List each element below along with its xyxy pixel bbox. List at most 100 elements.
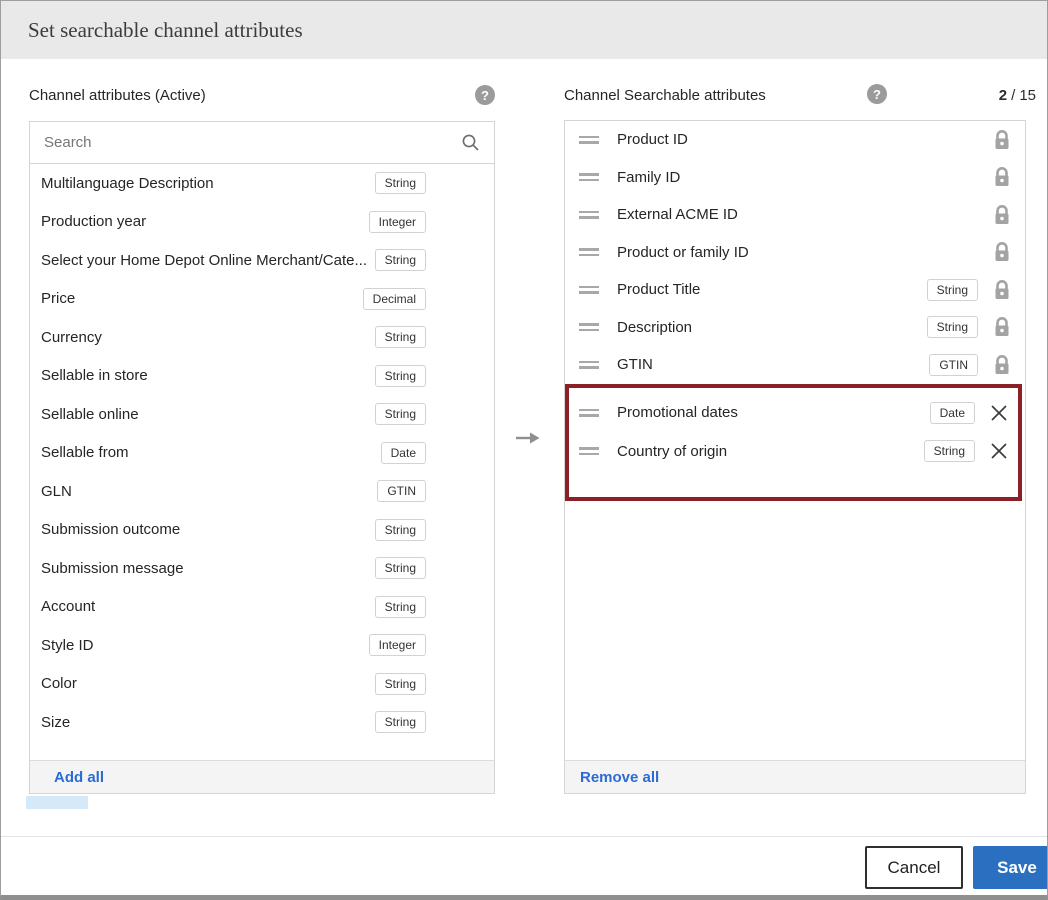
searchable-attribute-row[interactable]: Promotional dates Date xyxy=(569,394,1018,433)
count-current: 2 xyxy=(999,87,1007,104)
attribute-label: Promotional dates xyxy=(617,404,738,421)
type-badge: String xyxy=(375,596,426,618)
drag-handle-icon[interactable] xyxy=(579,447,599,455)
drag-handle-icon[interactable] xyxy=(579,136,599,144)
searchable-attributes-panel: Product ID F xyxy=(564,120,1026,794)
attribute-row[interactable]: Color String xyxy=(30,665,494,704)
type-badge: String xyxy=(375,365,426,387)
drag-handle-icon[interactable] xyxy=(579,248,599,256)
searchable-attributes-list: Product ID F xyxy=(565,121,1025,384)
attribute-row[interactable]: Production year Integer xyxy=(30,203,494,242)
type-badge: String xyxy=(375,557,426,579)
dialog-title-bar: Set searchable channel attributes xyxy=(1,1,1047,59)
attribute-label: Submission message xyxy=(41,560,184,577)
type-badge: Integer xyxy=(369,211,426,233)
attribute-row[interactable]: Price Decimal xyxy=(30,280,494,319)
attribute-row[interactable]: Sellable in store String xyxy=(30,357,494,396)
searchable-attribute-row[interactable]: Product ID xyxy=(565,121,1025,159)
search-icon[interactable] xyxy=(461,133,480,152)
attribute-row[interactable]: Sellable from Date xyxy=(30,434,494,473)
type-badge: Integer xyxy=(369,634,426,656)
attribute-row[interactable]: Select your Home Depot Online Merchant/C… xyxy=(30,241,494,280)
footer-divider xyxy=(1,836,1047,837)
type-badge: String xyxy=(375,326,426,348)
active-attributes-header-label: Channel attributes (Active) xyxy=(29,87,206,104)
active-attributes-panel: Multilanguage Description String Product… xyxy=(29,121,495,794)
attribute-label: GTIN xyxy=(617,356,653,373)
search-box xyxy=(30,122,494,164)
type-badge: String xyxy=(927,316,978,338)
dialog-title: Set searchable channel attributes xyxy=(1,1,1047,59)
attribute-label: Multilanguage Description xyxy=(41,175,214,192)
type-badge: String xyxy=(375,519,426,541)
attribute-label: Price xyxy=(41,290,75,307)
type-badge: String xyxy=(375,403,426,425)
type-badge: Date xyxy=(930,402,975,424)
lock-icon xyxy=(991,316,1013,338)
searchable-attribute-row[interactable]: External ACME ID xyxy=(565,196,1025,234)
attribute-label: Production year xyxy=(41,213,146,230)
searchable-attribute-row[interactable]: Description String xyxy=(565,309,1025,347)
lock-icon xyxy=(991,354,1013,376)
horizontal-scrollbar-thumb[interactable] xyxy=(26,796,88,809)
attribute-label: Account xyxy=(41,598,95,615)
newly-added-highlight-box: Promotional dates Date Country xyxy=(565,384,1022,501)
attribute-row[interactable]: Account String xyxy=(30,588,494,627)
searchable-attribute-row[interactable]: Country of origin String xyxy=(569,432,1018,471)
active-attributes-list: Multilanguage Description String Product… xyxy=(30,164,494,742)
attribute-label: Sellable in store xyxy=(41,367,148,384)
drag-handle-icon[interactable] xyxy=(579,173,599,181)
attribute-row[interactable]: Multilanguage Description String xyxy=(30,164,494,203)
attribute-label: Color xyxy=(41,675,77,692)
add-all-link[interactable]: Add all xyxy=(54,769,104,786)
attribute-label: External ACME ID xyxy=(617,206,738,223)
attribute-row[interactable]: Submission message String xyxy=(30,549,494,588)
attribute-row[interactable]: Currency String xyxy=(30,318,494,357)
lock-icon xyxy=(991,129,1013,151)
attribute-label: Currency xyxy=(41,329,102,346)
attribute-row[interactable]: Style ID Integer xyxy=(30,626,494,665)
attribute-label: Submission outcome xyxy=(41,521,180,538)
search-input[interactable] xyxy=(44,134,461,151)
type-badge: Date xyxy=(381,442,426,464)
remove-attribute-icon[interactable] xyxy=(988,440,1010,462)
attribute-label: Sellable online xyxy=(41,406,139,423)
attribute-label: Product Title xyxy=(617,281,700,298)
searchable-attribute-row[interactable]: Product Title String xyxy=(565,271,1025,309)
save-button[interactable]: Save xyxy=(973,846,1048,889)
help-icon[interactable]: ? xyxy=(475,85,495,105)
searchable-attribute-row[interactable]: Family ID xyxy=(565,159,1025,197)
cancel-button[interactable]: Cancel xyxy=(865,846,963,889)
searchable-attribute-row[interactable]: GTIN GTIN xyxy=(565,346,1025,384)
drag-handle-icon[interactable] xyxy=(579,361,599,369)
remove-attribute-icon[interactable] xyxy=(988,402,1010,424)
type-badge: GTIN xyxy=(929,354,978,376)
drag-handle-icon[interactable] xyxy=(579,409,599,417)
attribute-label: GLN xyxy=(41,483,72,500)
selected-count-badge: 2/15 xyxy=(999,87,1036,104)
type-badge: String xyxy=(375,172,426,194)
lock-icon xyxy=(991,241,1013,263)
attribute-row[interactable]: Submission outcome String xyxy=(30,511,494,550)
type-badge: String xyxy=(375,249,426,271)
attribute-label: Country of origin xyxy=(617,443,727,460)
attribute-row[interactable]: Sellable online String xyxy=(30,395,494,434)
drag-handle-icon[interactable] xyxy=(579,211,599,219)
drag-handle-icon[interactable] xyxy=(579,286,599,294)
type-badge: String xyxy=(375,711,426,733)
type-badge: String xyxy=(927,279,978,301)
searchable-attributes-header: Channel Searchable attributes ? 2/15 xyxy=(564,84,1036,106)
type-badge: GTIN xyxy=(377,480,426,502)
lock-icon xyxy=(991,204,1013,226)
lock-icon xyxy=(991,279,1013,301)
help-icon[interactable]: ? xyxy=(867,84,887,104)
attribute-row[interactable]: Size String xyxy=(30,703,494,742)
drag-handle-icon[interactable] xyxy=(579,323,599,331)
attribute-label: Select your Home Depot Online Merchant/C… xyxy=(41,252,367,269)
attribute-label: Description xyxy=(617,319,692,336)
searchable-attribute-row[interactable]: Product or family ID xyxy=(565,234,1025,272)
set-searchable-attributes-dialog: Set searchable channel attributes Channe… xyxy=(0,0,1048,900)
remove-all-link[interactable]: Remove all xyxy=(580,769,659,786)
attribute-row[interactable]: GLN GTIN xyxy=(30,472,494,511)
searchable-attributes-header-label: Channel Searchable attributes xyxy=(564,87,766,104)
